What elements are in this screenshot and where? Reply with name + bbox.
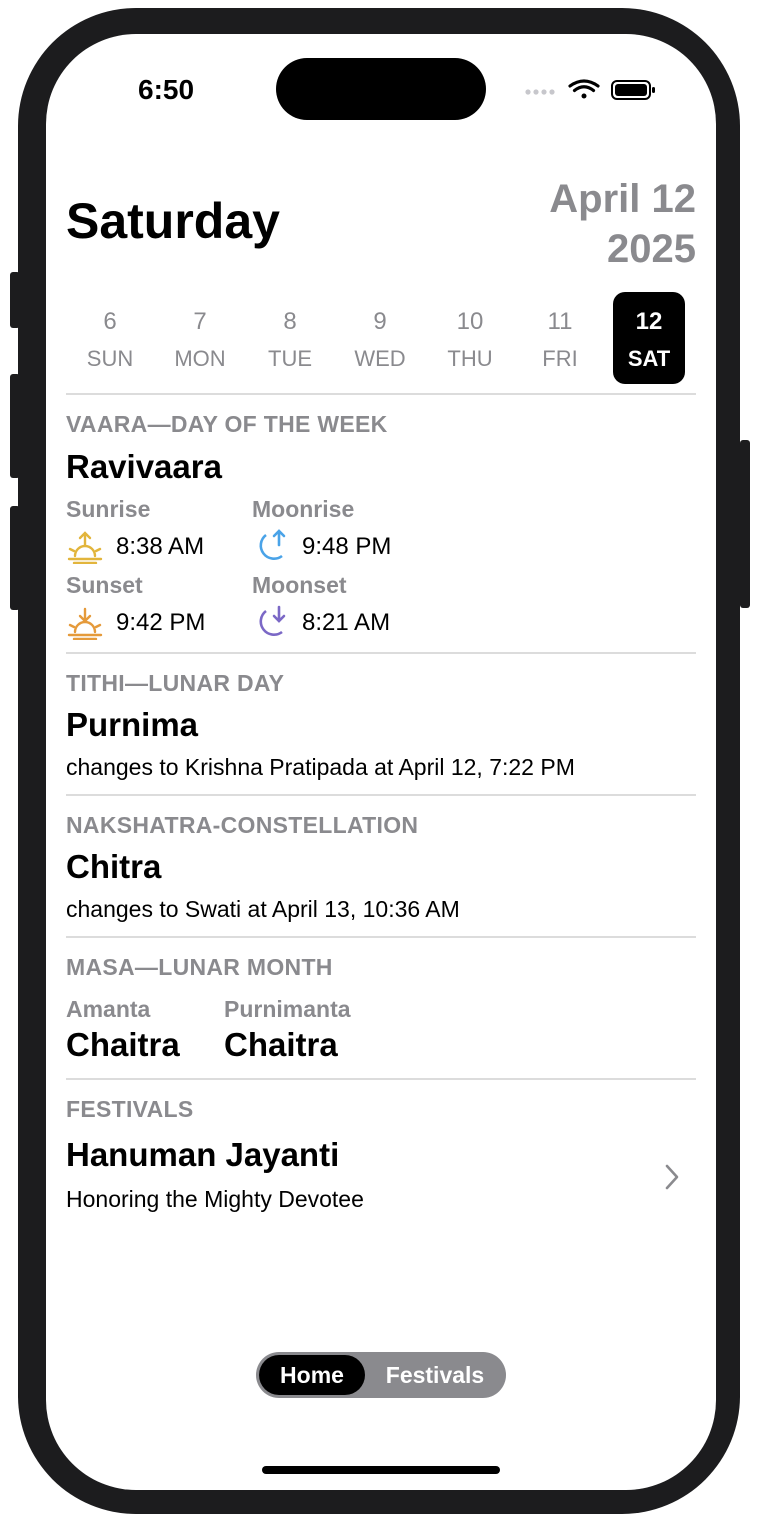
divider bbox=[66, 794, 696, 796]
moonset-icon bbox=[259, 605, 286, 636]
nakshatra-section-label: NAKSHATRA-CONSTELLATION bbox=[66, 812, 419, 838]
week-day-number: 12 bbox=[635, 308, 663, 335]
status-time: 6:50 bbox=[138, 74, 195, 105]
vaara-section-label: VAARA—DAY OF THE WEEK bbox=[66, 411, 388, 437]
sunset-row: 9:42 PM bbox=[66, 606, 205, 640]
week-day-label: THU bbox=[447, 346, 493, 371]
week-day-6[interactable]: 6 SUN bbox=[74, 292, 146, 384]
sunset-label: Sunset bbox=[66, 572, 143, 598]
week-day-7[interactable]: 7 MON bbox=[164, 292, 236, 384]
week-day-label: MON bbox=[174, 346, 226, 371]
header-date-month-day: April 12 bbox=[549, 177, 696, 221]
amanta-label: Amanta bbox=[66, 996, 151, 1022]
sunset-time: 9:42 PM bbox=[116, 609, 206, 636]
week-day-label: FRI bbox=[542, 346, 578, 371]
festival-subtitle: Honoring the Mighty Devotee bbox=[66, 1186, 364, 1212]
status-icons bbox=[525, 79, 655, 100]
volume-down-button bbox=[10, 506, 20, 610]
sunset-icon bbox=[67, 607, 103, 640]
tab-home[interactable]: Home bbox=[259, 1355, 365, 1395]
tab-festivals[interactable]: Festivals bbox=[374, 1355, 496, 1395]
masa-section-label: MASA—LUNAR MONTH bbox=[66, 954, 333, 980]
sunrise-time: 8:38 AM bbox=[116, 533, 205, 560]
sunrise-label: Sunrise bbox=[66, 496, 151, 522]
week-strip: 6 SUN 7 MON 8 TUE 9 WED 10 THU 11 FRI 12… bbox=[66, 292, 696, 384]
moonrise-label: Moonrise bbox=[252, 496, 355, 522]
week-day-label: SUN bbox=[86, 346, 134, 371]
week-day-8[interactable]: 8 TUE bbox=[254, 292, 326, 384]
purnimanta-label: Purnimanta bbox=[224, 996, 351, 1022]
divider bbox=[66, 652, 696, 654]
festival-row[interactable]: Hanuman Jayanti Honoring the Mighty Devo… bbox=[66, 1132, 696, 1218]
header-date-year: 2025 bbox=[607, 227, 696, 271]
moonrise-icon bbox=[259, 529, 286, 560]
tithi-subtitle: changes to Krishna Pratipada at April 12… bbox=[66, 754, 575, 780]
festival-title: Hanuman Jayanti bbox=[66, 1136, 340, 1173]
week-day-label: WED bbox=[354, 346, 406, 371]
wifi-icon bbox=[568, 79, 600, 99]
power-button bbox=[740, 440, 750, 608]
week-day-label: TUE bbox=[268, 346, 312, 371]
sunrise-row: 8:38 AM bbox=[66, 530, 204, 564]
moonset-time: 8:21 AM bbox=[302, 609, 391, 636]
dynamic-island bbox=[276, 58, 486, 120]
moonset-label: Moonset bbox=[252, 572, 347, 598]
cellular-signal-icon bbox=[525, 89, 555, 95]
moonrise-row: 9:48 PM bbox=[252, 528, 391, 566]
week-day-number: 8 bbox=[283, 308, 297, 335]
tab-switcher: Home Festivals bbox=[256, 1352, 506, 1398]
week-day-number: 11 bbox=[547, 308, 573, 335]
divider bbox=[66, 936, 696, 938]
week-day-11[interactable]: 11 FRI bbox=[524, 292, 596, 384]
nakshatra-title: Chitra bbox=[66, 848, 162, 885]
screen: 6:50 Saturday April 12 2025 6 SUN 7 MON … bbox=[46, 34, 716, 1490]
week-day-12-selected[interactable]: 12 SAT bbox=[613, 292, 685, 384]
week-day-number: 9 bbox=[373, 308, 387, 335]
week-day-10[interactable]: 10 THU bbox=[434, 292, 506, 384]
week-day-9[interactable]: 9 WED bbox=[344, 292, 416, 384]
week-day-label: SAT bbox=[627, 346, 671, 371]
action-button bbox=[10, 272, 20, 328]
battery-icon bbox=[611, 80, 655, 100]
tithi-title: Purnima bbox=[66, 706, 199, 743]
week-day-number: 10 bbox=[456, 308, 484, 335]
festivals-section-label: FESTIVALS bbox=[66, 1096, 194, 1122]
volume-up-button bbox=[10, 374, 20, 478]
vaara-title: Ravivaara bbox=[66, 448, 222, 485]
tithi-section-label: TITHI—LUNAR DAY bbox=[66, 670, 285, 696]
moonset-row: 8:21 AM bbox=[252, 604, 390, 642]
nakshatra-subtitle: changes to Swati at April 13, 10:36 AM bbox=[66, 896, 460, 922]
header-date: April 12 2025 bbox=[549, 174, 696, 274]
chevron-right-icon[interactable] bbox=[662, 1162, 682, 1192]
week-day-number: 7 bbox=[193, 308, 207, 335]
page-title: Saturday bbox=[66, 193, 280, 249]
divider bbox=[66, 393, 696, 395]
divider bbox=[66, 1078, 696, 1080]
week-day-number: 6 bbox=[103, 308, 117, 335]
purnimanta-value: Chaitra bbox=[224, 1026, 338, 1063]
home-indicator[interactable] bbox=[262, 1466, 500, 1474]
moonrise-time: 9:48 PM bbox=[302, 533, 392, 560]
amanta-value: Chaitra bbox=[66, 1026, 180, 1063]
sunrise-icon bbox=[67, 531, 103, 564]
